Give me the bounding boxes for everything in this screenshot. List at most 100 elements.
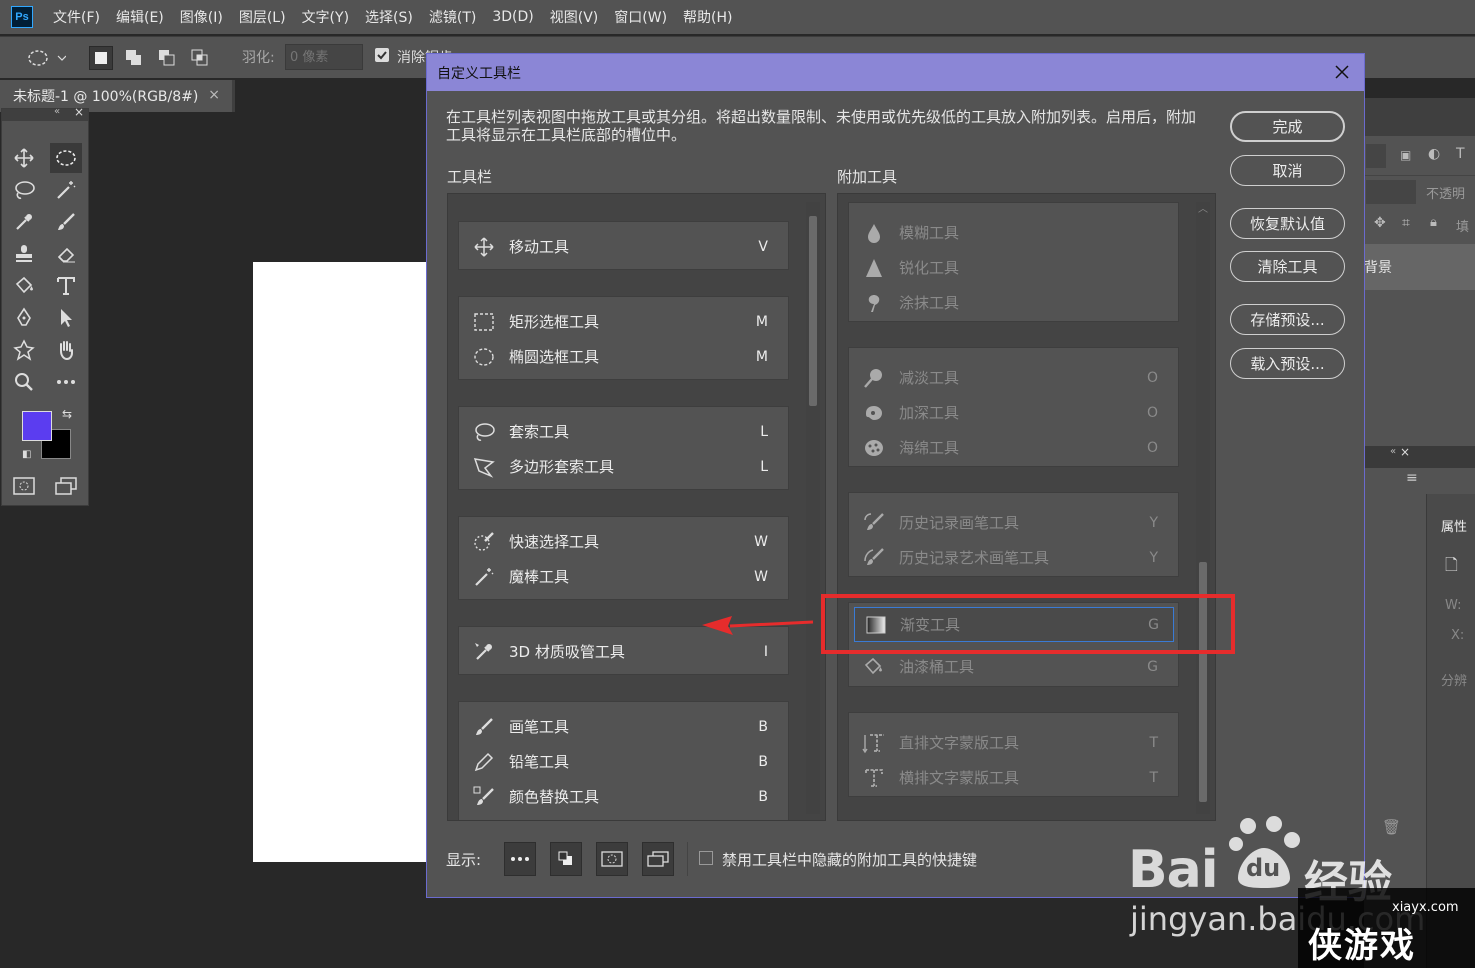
- eyedropper-tool[interactable]: [8, 207, 40, 237]
- menu-3d[interactable]: 3D(D): [492, 9, 533, 25]
- quick-mask-button[interactable]: [8, 471, 40, 501]
- toolbar-list-scrollbar[interactable]: [806, 202, 820, 814]
- screen-mode-button[interactable]: [50, 471, 82, 501]
- show-color-swatches-button[interactable]: [550, 842, 582, 876]
- list-item[interactable]: 直排文字蒙版工具 T: [849, 725, 1178, 760]
- antialias-checkbox[interactable]: [375, 48, 389, 62]
- list-item[interactable]: 快速选择工具 W: [459, 524, 788, 559]
- disable-shortcuts-checkbox[interactable]: [699, 851, 713, 865]
- list-item[interactable]: 横排文字蒙版工具 T: [849, 760, 1178, 795]
- extra-list-scrollbar[interactable]: ︿: [1196, 202, 1210, 814]
- add-selection-button[interactable]: [122, 46, 146, 70]
- filter-dropdown[interactable]: [1366, 144, 1386, 168]
- move-tool[interactable]: [8, 143, 40, 173]
- show-screen-mode-button[interactable]: [642, 842, 674, 876]
- list-item[interactable]: 多边形套索工具 L: [459, 449, 788, 484]
- tool-group[interactable]: 减淡工具 O 加深工具 O 海绵工具 O: [848, 347, 1179, 467]
- brush-tool[interactable]: [50, 207, 82, 237]
- list-item[interactable]: 锐化工具: [849, 250, 1178, 285]
- image-filter-icon[interactable]: ▣: [1400, 148, 1411, 162]
- tool-group[interactable]: 历史记录画笔工具 Y 历史记录艺术画笔工具 Y: [848, 492, 1179, 577]
- save-preset-button[interactable]: 存储预设...: [1230, 304, 1345, 335]
- toolbar-list[interactable]: 移动工具 V 矩形选框工具 M 椭圆选框工具 M 套索工具 L 多边形套索工具 …: [447, 193, 826, 821]
- new-selection-button[interactable]: [89, 46, 113, 70]
- scroll-up-icon[interactable]: ︿: [1198, 200, 1208, 215]
- zoom-tool[interactable]: [8, 367, 40, 397]
- menu-select[interactable]: 选择(S): [365, 7, 413, 27]
- tool-group[interactable]: 移动工具 V: [458, 221, 789, 270]
- list-item[interactable]: 历史记录画笔工具 Y: [849, 505, 1178, 540]
- custom-shape-tool[interactable]: [8, 335, 40, 365]
- scrollbar-thumb[interactable]: [809, 216, 817, 406]
- menu-layer[interactable]: 图层(L): [239, 7, 286, 27]
- list-item[interactable]: 套索工具 L: [459, 414, 788, 449]
- close-tab-icon[interactable]: ×: [208, 87, 220, 103]
- lock-all-icon[interactable]: 🔒︎: [1430, 215, 1437, 230]
- feather-input[interactable]: [285, 44, 363, 70]
- default-colors-icon[interactable]: ◧: [22, 449, 31, 460]
- subtract-selection-button[interactable]: [155, 46, 179, 70]
- show-quick-mask-button[interactable]: [596, 842, 628, 876]
- menu-view[interactable]: 视图(V): [550, 7, 599, 27]
- document-canvas[interactable]: [253, 262, 431, 862]
- menu-edit[interactable]: 编辑(E): [116, 7, 164, 27]
- restore-defaults-button[interactable]: 恢复默认值: [1230, 208, 1345, 239]
- tool-group[interactable]: 画笔工具 B 铅笔工具 B 颜色替换工具 B: [458, 701, 789, 820]
- list-item[interactable]: 画笔工具 B: [459, 709, 788, 744]
- list-item[interactable]: 加深工具 O: [849, 395, 1178, 430]
- show-extra-tools-button[interactable]: [504, 842, 536, 876]
- blend-mode-dropdown[interactable]: [1366, 180, 1416, 204]
- eraser-tool[interactable]: [50, 239, 82, 269]
- menu-image[interactable]: 图像(I): [180, 7, 223, 27]
- hand-tool[interactable]: [50, 335, 82, 365]
- collapse-icon[interactable]: «: [54, 106, 60, 117]
- clear-tools-button[interactable]: 清除工具: [1230, 251, 1345, 282]
- menu-help[interactable]: 帮助(H): [683, 7, 732, 27]
- lock-position-icon[interactable]: ✥: [1374, 215, 1386, 231]
- list-item[interactable]: 海绵工具 O: [849, 430, 1178, 465]
- magic-wand-tool[interactable]: [50, 175, 82, 205]
- cancel-button[interactable]: 取消: [1230, 155, 1345, 186]
- done-button[interactable]: 完成: [1230, 111, 1345, 142]
- extra-tools-list[interactable]: 模糊工具 锐化工具 涂抹工具 减淡工具 O 加深工具 O 海绵工具 O 历史记录…: [837, 193, 1216, 821]
- tool-group[interactable]: 直排文字蒙版工具 T 横排文字蒙版工具 T: [848, 712, 1179, 797]
- list-item[interactable]: 减淡工具 O: [849, 360, 1178, 395]
- tool-group[interactable]: 快速选择工具 W 魔棒工具 W: [458, 516, 789, 600]
- pen-tool[interactable]: [8, 303, 40, 333]
- dialog-close-button[interactable]: [1332, 62, 1352, 82]
- lasso-tool[interactable]: [8, 175, 40, 205]
- lock-artboard-icon[interactable]: ⌗: [1402, 215, 1410, 231]
- menu-window[interactable]: 窗口(W): [614, 7, 667, 27]
- load-preset-button[interactable]: 载入预设...: [1230, 348, 1345, 379]
- intersect-selection-button[interactable]: [188, 46, 212, 70]
- list-item[interactable]: 历史记录艺术画笔工具 Y: [849, 540, 1178, 575]
- adjustment-filter-icon[interactable]: ◐: [1428, 146, 1440, 162]
- list-item[interactable]: 3D 材质吸管工具 I: [459, 634, 788, 669]
- list-item[interactable]: 涂抹工具: [849, 285, 1178, 320]
- list-item[interactable]: 椭圆选框工具 M: [459, 339, 788, 374]
- tool-preset-picker[interactable]: [24, 46, 68, 70]
- tool-group[interactable]: 矩形选框工具 M 椭圆选框工具 M: [458, 296, 789, 380]
- list-item[interactable]: 铅笔工具 B: [459, 744, 788, 779]
- menu-type[interactable]: 文字(Y): [302, 7, 349, 27]
- layer-row-background[interactable]: 背景: [1364, 244, 1475, 290]
- list-item[interactable]: 魔棒工具 W: [459, 559, 788, 594]
- tool-group[interactable]: 模糊工具 锐化工具 涂抹工具: [848, 202, 1179, 322]
- path-select-tool[interactable]: [50, 303, 82, 333]
- menu-filter[interactable]: 滤镜(T): [429, 7, 476, 27]
- tool-group[interactable]: 套索工具 L 多边形套索工具 L: [458, 406, 789, 490]
- close-panel-icon[interactable]: ×: [1400, 445, 1410, 459]
- menu-file[interactable]: 文件(F): [53, 7, 100, 27]
- list-item[interactable]: 模糊工具: [849, 215, 1178, 250]
- type-tool[interactable]: [50, 271, 82, 301]
- list-item[interactable]: 颜色替换工具 B: [459, 779, 788, 814]
- foreground-color-swatch[interactable]: [22, 411, 52, 441]
- ellipse-marquee-tool[interactable]: [50, 143, 82, 173]
- list-item[interactable]: 矩形选框工具 M: [459, 304, 788, 339]
- swap-colors-icon[interactable]: ⇆: [62, 407, 72, 421]
- collapse-icon[interactable]: «: [1390, 446, 1396, 457]
- stamp-tool[interactable]: [8, 239, 40, 269]
- list-item[interactable]: 移动工具 V: [459, 229, 788, 264]
- type-filter-icon[interactable]: T: [1456, 146, 1465, 162]
- more-tools[interactable]: [50, 367, 82, 397]
